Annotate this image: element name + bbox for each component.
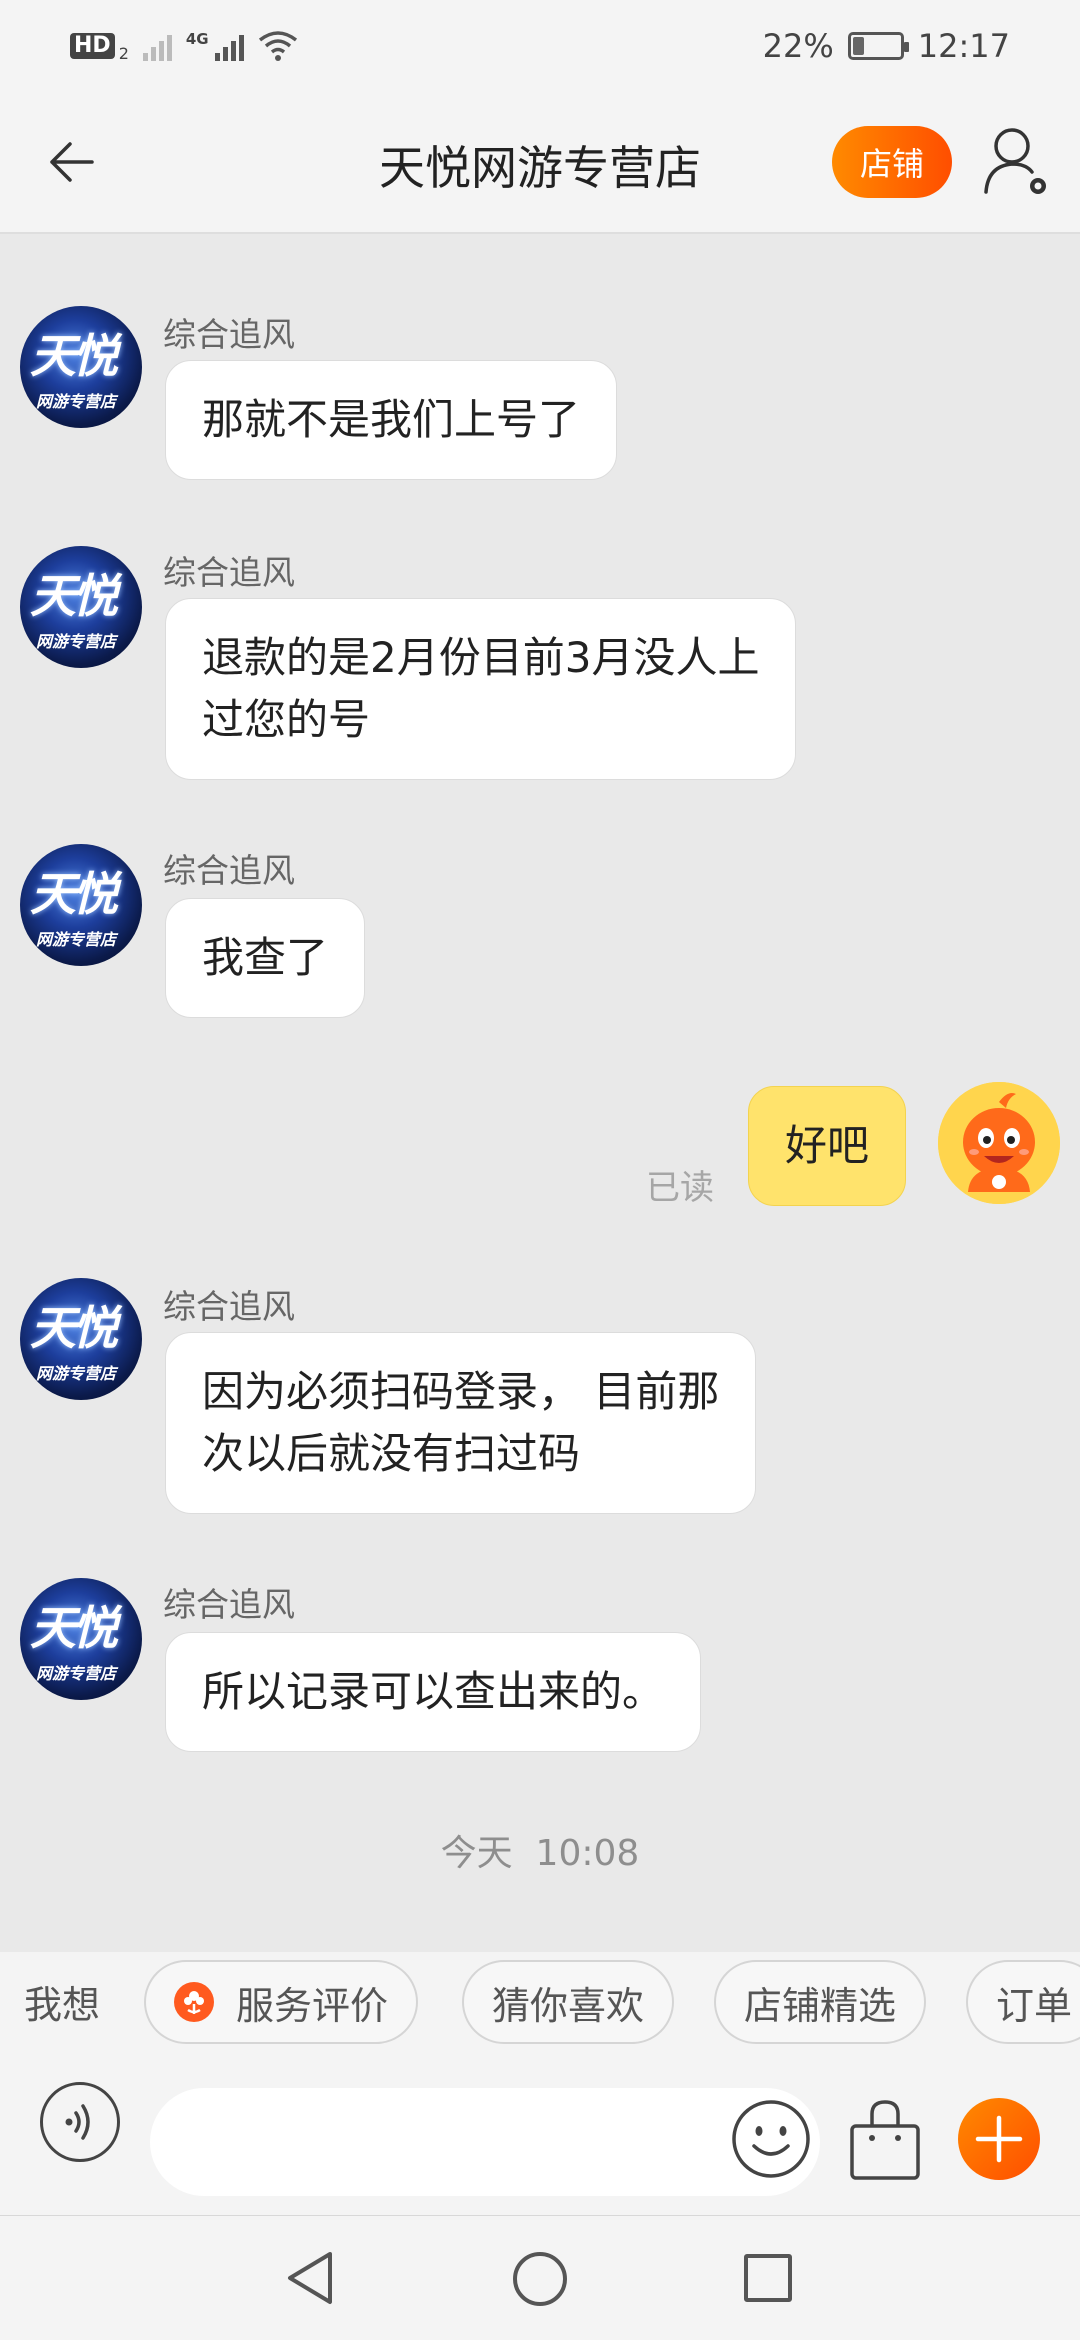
- chat-area[interactable]: 天悦 网游专营店 综合追风 那就不是我们上号了 天悦 网游专营店 综合追风 退款…: [0, 236, 1080, 1952]
- quick-reply-shop-picks[interactable]: 店铺精选: [714, 1960, 927, 2044]
- nav-back-button[interactable]: [282, 2248, 338, 2308]
- quick-reply-guess-you-like[interactable]: 猜你喜欢: [462, 1960, 675, 2044]
- message-line: 过您的号: [202, 695, 371, 744]
- wifi-icon: [258, 31, 297, 61]
- message-bubble[interactable]: 我查了: [165, 898, 366, 1018]
- message-bubble[interactable]: 那就不是我们上号了: [165, 360, 618, 480]
- shop-avatar-title: 天悦: [30, 867, 118, 921]
- self-message-bubble[interactable]: 好吧: [748, 1086, 907, 1206]
- battery-fill: [852, 37, 864, 55]
- voice-icon: [65, 2104, 90, 2140]
- input-bar: [0, 2048, 1080, 2216]
- nav-home-button[interactable]: [513, 2252, 567, 2306]
- battery-percent: 22%: [762, 27, 834, 65]
- signal-icon-sim1: [142, 31, 172, 61]
- user-settings-button[interactable]: [982, 124, 1052, 200]
- sender-name: 综合追风: [163, 851, 295, 890]
- read-status: 已读: [646, 1168, 714, 1208]
- chip-label: 服务评价: [236, 1983, 389, 2028]
- plus-button[interactable]: [958, 2098, 1040, 2180]
- shopping-bag-icon: [850, 2100, 920, 2180]
- shop-avatar-title: 天悦: [30, 1301, 118, 1355]
- shop-avatar-subtitle: 网游专营店: [36, 1664, 117, 1683]
- quick-reply-rate-service[interactable]: 服务评价: [144, 1960, 419, 2044]
- message-bubble[interactable]: 退款的是2月份目前3月没人上 过您的号: [165, 598, 797, 780]
- clock: 12:17: [917, 27, 1010, 65]
- sender-name: 综合追风: [163, 1585, 295, 1624]
- battery-icon: [847, 32, 909, 60]
- signal-icon-sim2: [214, 31, 244, 61]
- nav-back-icon: [288, 2252, 332, 2304]
- shopping-bag-button[interactable]: [848, 2098, 922, 2182]
- hd-sub-label: 2: [118, 43, 129, 63]
- quick-reply-label: 我想: [24, 1983, 101, 2027]
- quick-reply-bar: 我想 服务评价 猜你喜欢 店铺精选 订单: [0, 1952, 1080, 2048]
- quick-reply-orders[interactable]: 订单: [966, 1960, 1080, 2044]
- shop-avatar[interactable]: 天悦 网游专营店: [20, 844, 142, 966]
- shop-avatar-subtitle: 网游专营店: [36, 930, 117, 949]
- sender-name: 综合追风: [163, 553, 295, 592]
- shop-avatar[interactable]: 天悦 网游专营店: [20, 546, 142, 668]
- message-bubble[interactable]: 所以记录可以查出来的。: [165, 1632, 702, 1752]
- sender-name: 综合追风: [163, 315, 295, 354]
- shop-avatar-subtitle: 网游专营店: [36, 1364, 117, 1383]
- mascot-avatar-icon: [938, 1082, 1060, 1204]
- shop-avatar[interactable]: 天悦 网游专营店: [20, 306, 142, 428]
- emoji-icon: [732, 2100, 810, 2178]
- shop-avatar-subtitle: 网游专营店: [36, 392, 117, 411]
- message-line: 因为必须扫码登录， 目前那: [202, 1367, 720, 1416]
- chip-label: 猜你喜欢: [492, 1983, 645, 2028]
- emoji-button[interactable]: [730, 2098, 812, 2180]
- message-line: 退款的是2月份目前3月没人上: [202, 633, 760, 682]
- shop-avatar-subtitle: 网游专营店: [36, 632, 117, 651]
- voice-button[interactable]: [40, 2082, 120, 2162]
- shop-button[interactable]: 店铺: [832, 126, 952, 198]
- message-bubble[interactable]: 因为必须扫码登录， 目前那 次以后就没有扫过码: [165, 1332, 757, 1514]
- status-left: HD 2 4G: [70, 24, 298, 68]
- sender-name: 综合追风: [163, 1287, 295, 1326]
- nav-recent-apps-button[interactable]: [744, 2254, 792, 2302]
- message-input[interactable]: [150, 2088, 820, 2196]
- user-avatar[interactable]: [938, 1082, 1060, 1204]
- chip-label: 店铺精选: [744, 1983, 897, 2028]
- status-right: 22% 12:17: [763, 24, 1010, 68]
- system-nav-bar: [0, 2216, 1080, 2340]
- shop-avatar-title: 天悦: [30, 569, 118, 623]
- hd-badge: HD: [70, 33, 115, 59]
- time-divider: 今天 10:08: [440, 1833, 640, 1874]
- chip-label: 订单: [996, 1983, 1073, 2028]
- plus-icon: [975, 2115, 1023, 2163]
- shop-avatar[interactable]: 天悦 网游专营店: [20, 1578, 142, 1700]
- shop-avatar-title: 天悦: [30, 329, 118, 383]
- network-type-label: 4G: [185, 30, 209, 48]
- chat-header: 天悦网游专营店 店铺: [0, 92, 1080, 234]
- shop-avatar[interactable]: 天悦 网游专营店: [20, 1278, 142, 1400]
- shop-avatar-title: 天悦: [30, 1601, 118, 1655]
- rate-flower-icon: [174, 1982, 214, 2022]
- message-line: 次以后就没有扫过码: [202, 1429, 581, 1478]
- user-settings-icon: [984, 128, 1046, 194]
- status-bar: HD 2 4G 22% 12:17: [0, 0, 1080, 92]
